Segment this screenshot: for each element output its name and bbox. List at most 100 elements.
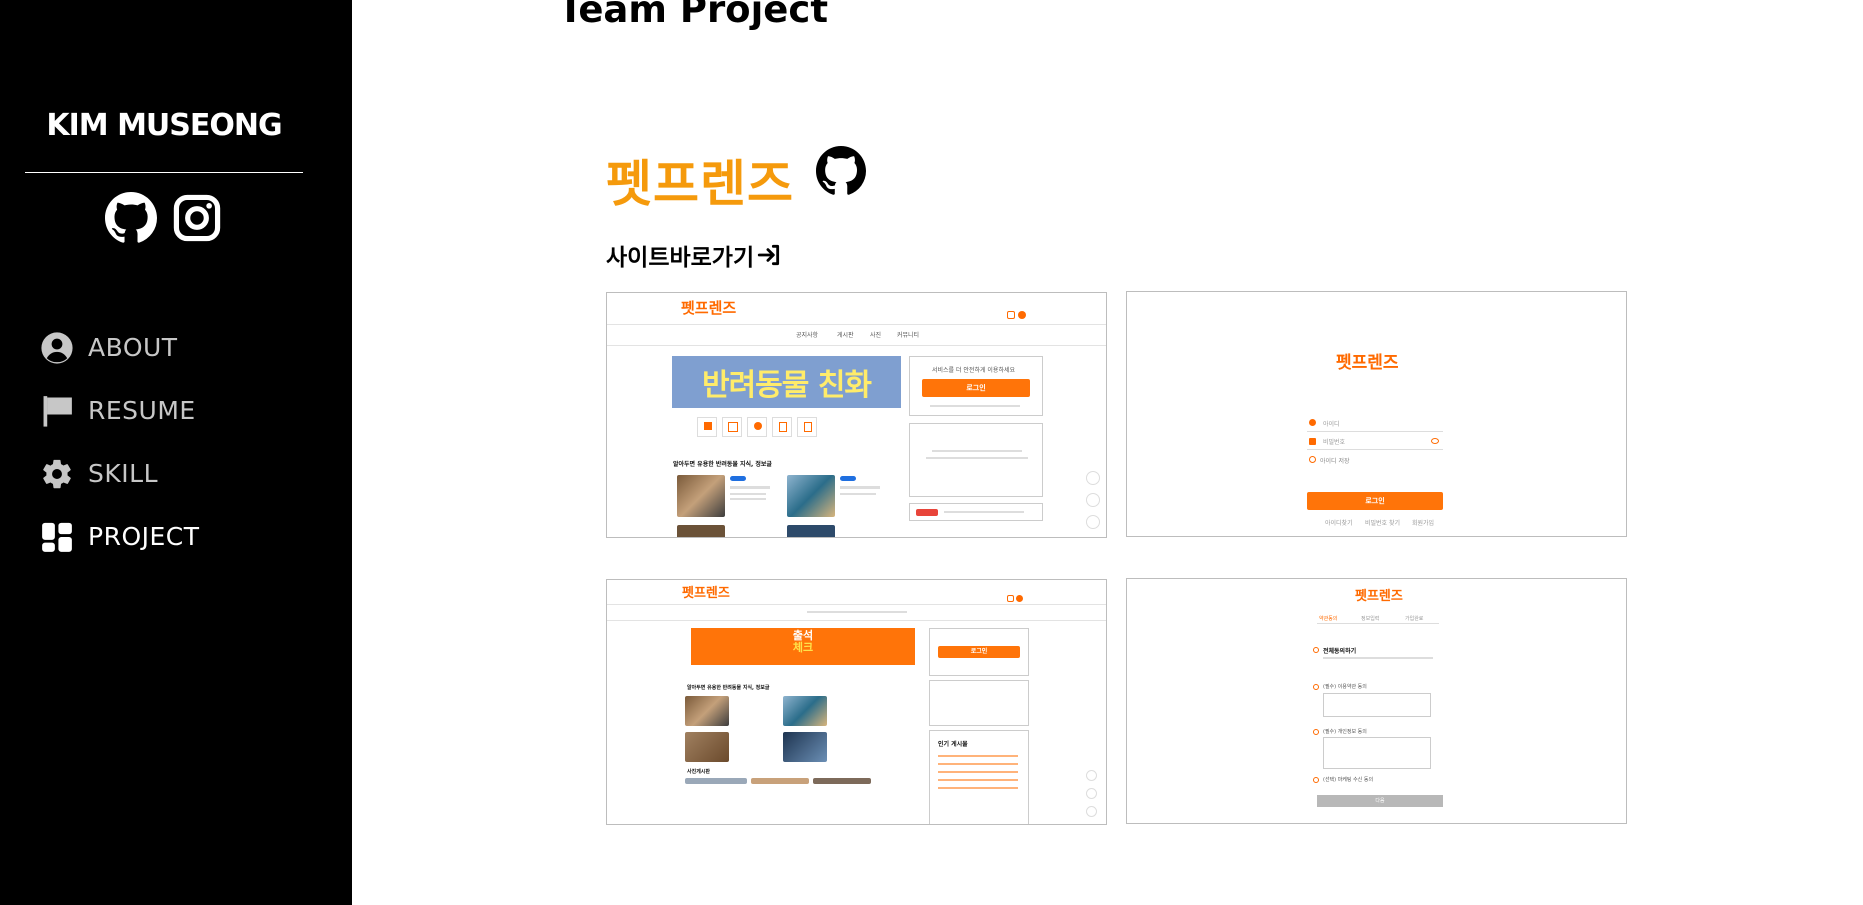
terms-2-checkbox[interactable] [1313, 729, 1319, 735]
nav-divider [607, 345, 1106, 346]
post-photo[interactable] [787, 525, 835, 537]
instagram-icon[interactable] [171, 192, 223, 244]
popular-box: 인기 게시물 [929, 730, 1029, 824]
brand-divider [25, 172, 303, 173]
instagram-icon [1007, 595, 1014, 602]
screenshot-attendance-page[interactable]: 펫프렌즈 출석 체크 로그인 인기 게시물 알아두면 유용한 반려동물 지식, … [606, 579, 1107, 825]
quick-menu-item[interactable] [797, 417, 817, 437]
quick-menu-item[interactable] [747, 417, 767, 437]
alert-text [944, 511, 1024, 513]
step-1: 약관동의 [1319, 616, 1338, 622]
signup-link[interactable]: 회원가입 [1412, 518, 1434, 527]
info-section-title: 알아두면 유용한 반려동물 지식, 정보글 [687, 685, 770, 691]
social-links [0, 192, 328, 244]
terms-1-content[interactable] [1323, 693, 1431, 717]
nav-item-skill[interactable]: SKILL [40, 442, 200, 505]
login-button[interactable]: 로그인 [922, 379, 1030, 397]
quick-menu-item[interactable] [722, 417, 742, 437]
nav-photo: 사진 [870, 332, 882, 339]
gallery-photo[interactable] [813, 778, 871, 784]
nav-item-about[interactable]: ABOUT [40, 316, 200, 379]
attendance-banner: 출석 체크 [691, 628, 915, 665]
settings-button[interactable] [1086, 806, 1097, 817]
gallery-section-title: 사진게시판 [687, 769, 711, 775]
login-prompt: 서비스를 더 안전하게 이용하세요 [932, 367, 1016, 374]
password-placeholder: 비밀번호 [1323, 439, 1346, 446]
terms-2-label: (필수) 개인정보 동의 [1323, 729, 1367, 735]
scroll-down-button[interactable] [1086, 493, 1100, 507]
github-icon[interactable] [105, 192, 157, 244]
screenshot-login-page[interactable]: 펫프렌즈 아이디 비밀번호 아이디 저장 로그인 아이디찾기 비밀번호 찾기 회… [1126, 291, 1627, 537]
scroll-down-button[interactable] [1086, 788, 1097, 799]
post-photo[interactable] [685, 696, 729, 726]
post-photo[interactable] [783, 732, 827, 762]
terms-3-label: (선택) 마케팅 수신 동의 [1323, 777, 1374, 783]
notice-box [929, 680, 1029, 726]
nav-label-about: ABOUT [88, 333, 178, 362]
post-photo[interactable] [685, 732, 729, 762]
settings-button[interactable] [1086, 515, 1100, 529]
brand-name[interactable]: KIM MUSEONG [0, 108, 328, 143]
project-title: 펫프렌즈 [606, 155, 794, 213]
flag-icon [43, 395, 72, 427]
nav-item-project[interactable]: PROJECT [40, 505, 200, 568]
header-divider [607, 604, 1106, 605]
post-badge [840, 476, 856, 481]
terms-1-label: (필수) 이용약관 동의 [1323, 684, 1367, 690]
post-photo[interactable] [783, 696, 827, 726]
nav-notice: 공지사항 [796, 332, 819, 339]
nav-label-project: PROJECT [88, 522, 200, 551]
login-links [930, 405, 1020, 407]
gallery-photo[interactable] [685, 778, 747, 784]
id-field[interactable]: 아이디 [1307, 416, 1443, 432]
header-divider [607, 324, 1106, 325]
quick-menu-item[interactable] [772, 417, 792, 437]
nav-label-skill: SKILL [88, 459, 158, 488]
find-id-link[interactable]: 아이디찾기 [1325, 518, 1353, 527]
agree-all-label: 전체동의하기 [1323, 648, 1357, 655]
gallery-photo[interactable] [751, 778, 809, 784]
terms-3-checkbox[interactable] [1313, 777, 1319, 783]
agree-all-checkbox[interactable] [1313, 647, 1319, 653]
post-photo[interactable] [677, 475, 725, 517]
screenshot-logo: 펫프렌즈 [1355, 589, 1403, 604]
notice-text [932, 450, 1022, 452]
screenshot-main-page[interactable]: 펫프렌즈 공지사항 게시판 사진 커뮤니티 반려동물 친화 서비스를 더 안전하… [606, 292, 1107, 538]
post-text [730, 498, 766, 500]
nav-links [807, 611, 907, 613]
scroll-up-button[interactable] [1086, 471, 1100, 485]
screenshot-logo: 펫프렌즈 [1336, 353, 1399, 373]
github-icon[interactable] [816, 146, 866, 196]
site-link[interactable]: 사이트바로가기 [606, 238, 782, 272]
login-button[interactable]: 로그인 [938, 646, 1020, 658]
terms-1-checkbox[interactable] [1313, 684, 1319, 690]
terms-2-content[interactable] [1323, 737, 1431, 769]
nav-divider [607, 620, 1106, 621]
nav-item-resume[interactable]: RESUME [40, 379, 200, 442]
remember-checkbox[interactable] [1309, 456, 1316, 463]
screenshot-logo: 펫프렌즈 [681, 299, 737, 317]
scroll-up-button[interactable] [1086, 770, 1097, 781]
quick-menu-item[interactable] [697, 417, 717, 437]
nav-board: 게시판 [837, 332, 854, 339]
facebook-icon [1018, 311, 1026, 319]
site-link-label: 사이트바로가기 [606, 245, 755, 271]
post-photo[interactable] [677, 525, 725, 537]
facebook-icon [1016, 595, 1023, 602]
popular-title: 인기 게시물 [938, 741, 968, 748]
login-button[interactable]: 로그인 [1307, 492, 1443, 510]
post-photo[interactable] [787, 475, 835, 517]
info-section-title: 알아두면 유용한 반려동물 지식, 정보글 [673, 461, 772, 468]
popular-row [938, 787, 1018, 789]
post-title [730, 486, 770, 489]
next-button[interactable]: 다음 [1317, 795, 1443, 807]
instagram-icon [1007, 311, 1015, 319]
find-password-link[interactable]: 비밀번호 찾기 [1365, 518, 1400, 527]
eye-icon[interactable] [1431, 438, 1439, 444]
password-field[interactable]: 비밀번호 [1307, 434, 1443, 450]
screenshot-logo: 펫프렌즈 [682, 586, 730, 601]
nav-community: 커뮤니티 [897, 332, 920, 339]
screenshot-signup-terms-page[interactable]: 펫프렌즈 약관동의 정보입력 가입완료 전체동의하기 (필수) 이용약관 동의 … [1126, 578, 1627, 824]
quick-menu [697, 417, 817, 437]
step-3: 가입완료 [1405, 616, 1424, 622]
